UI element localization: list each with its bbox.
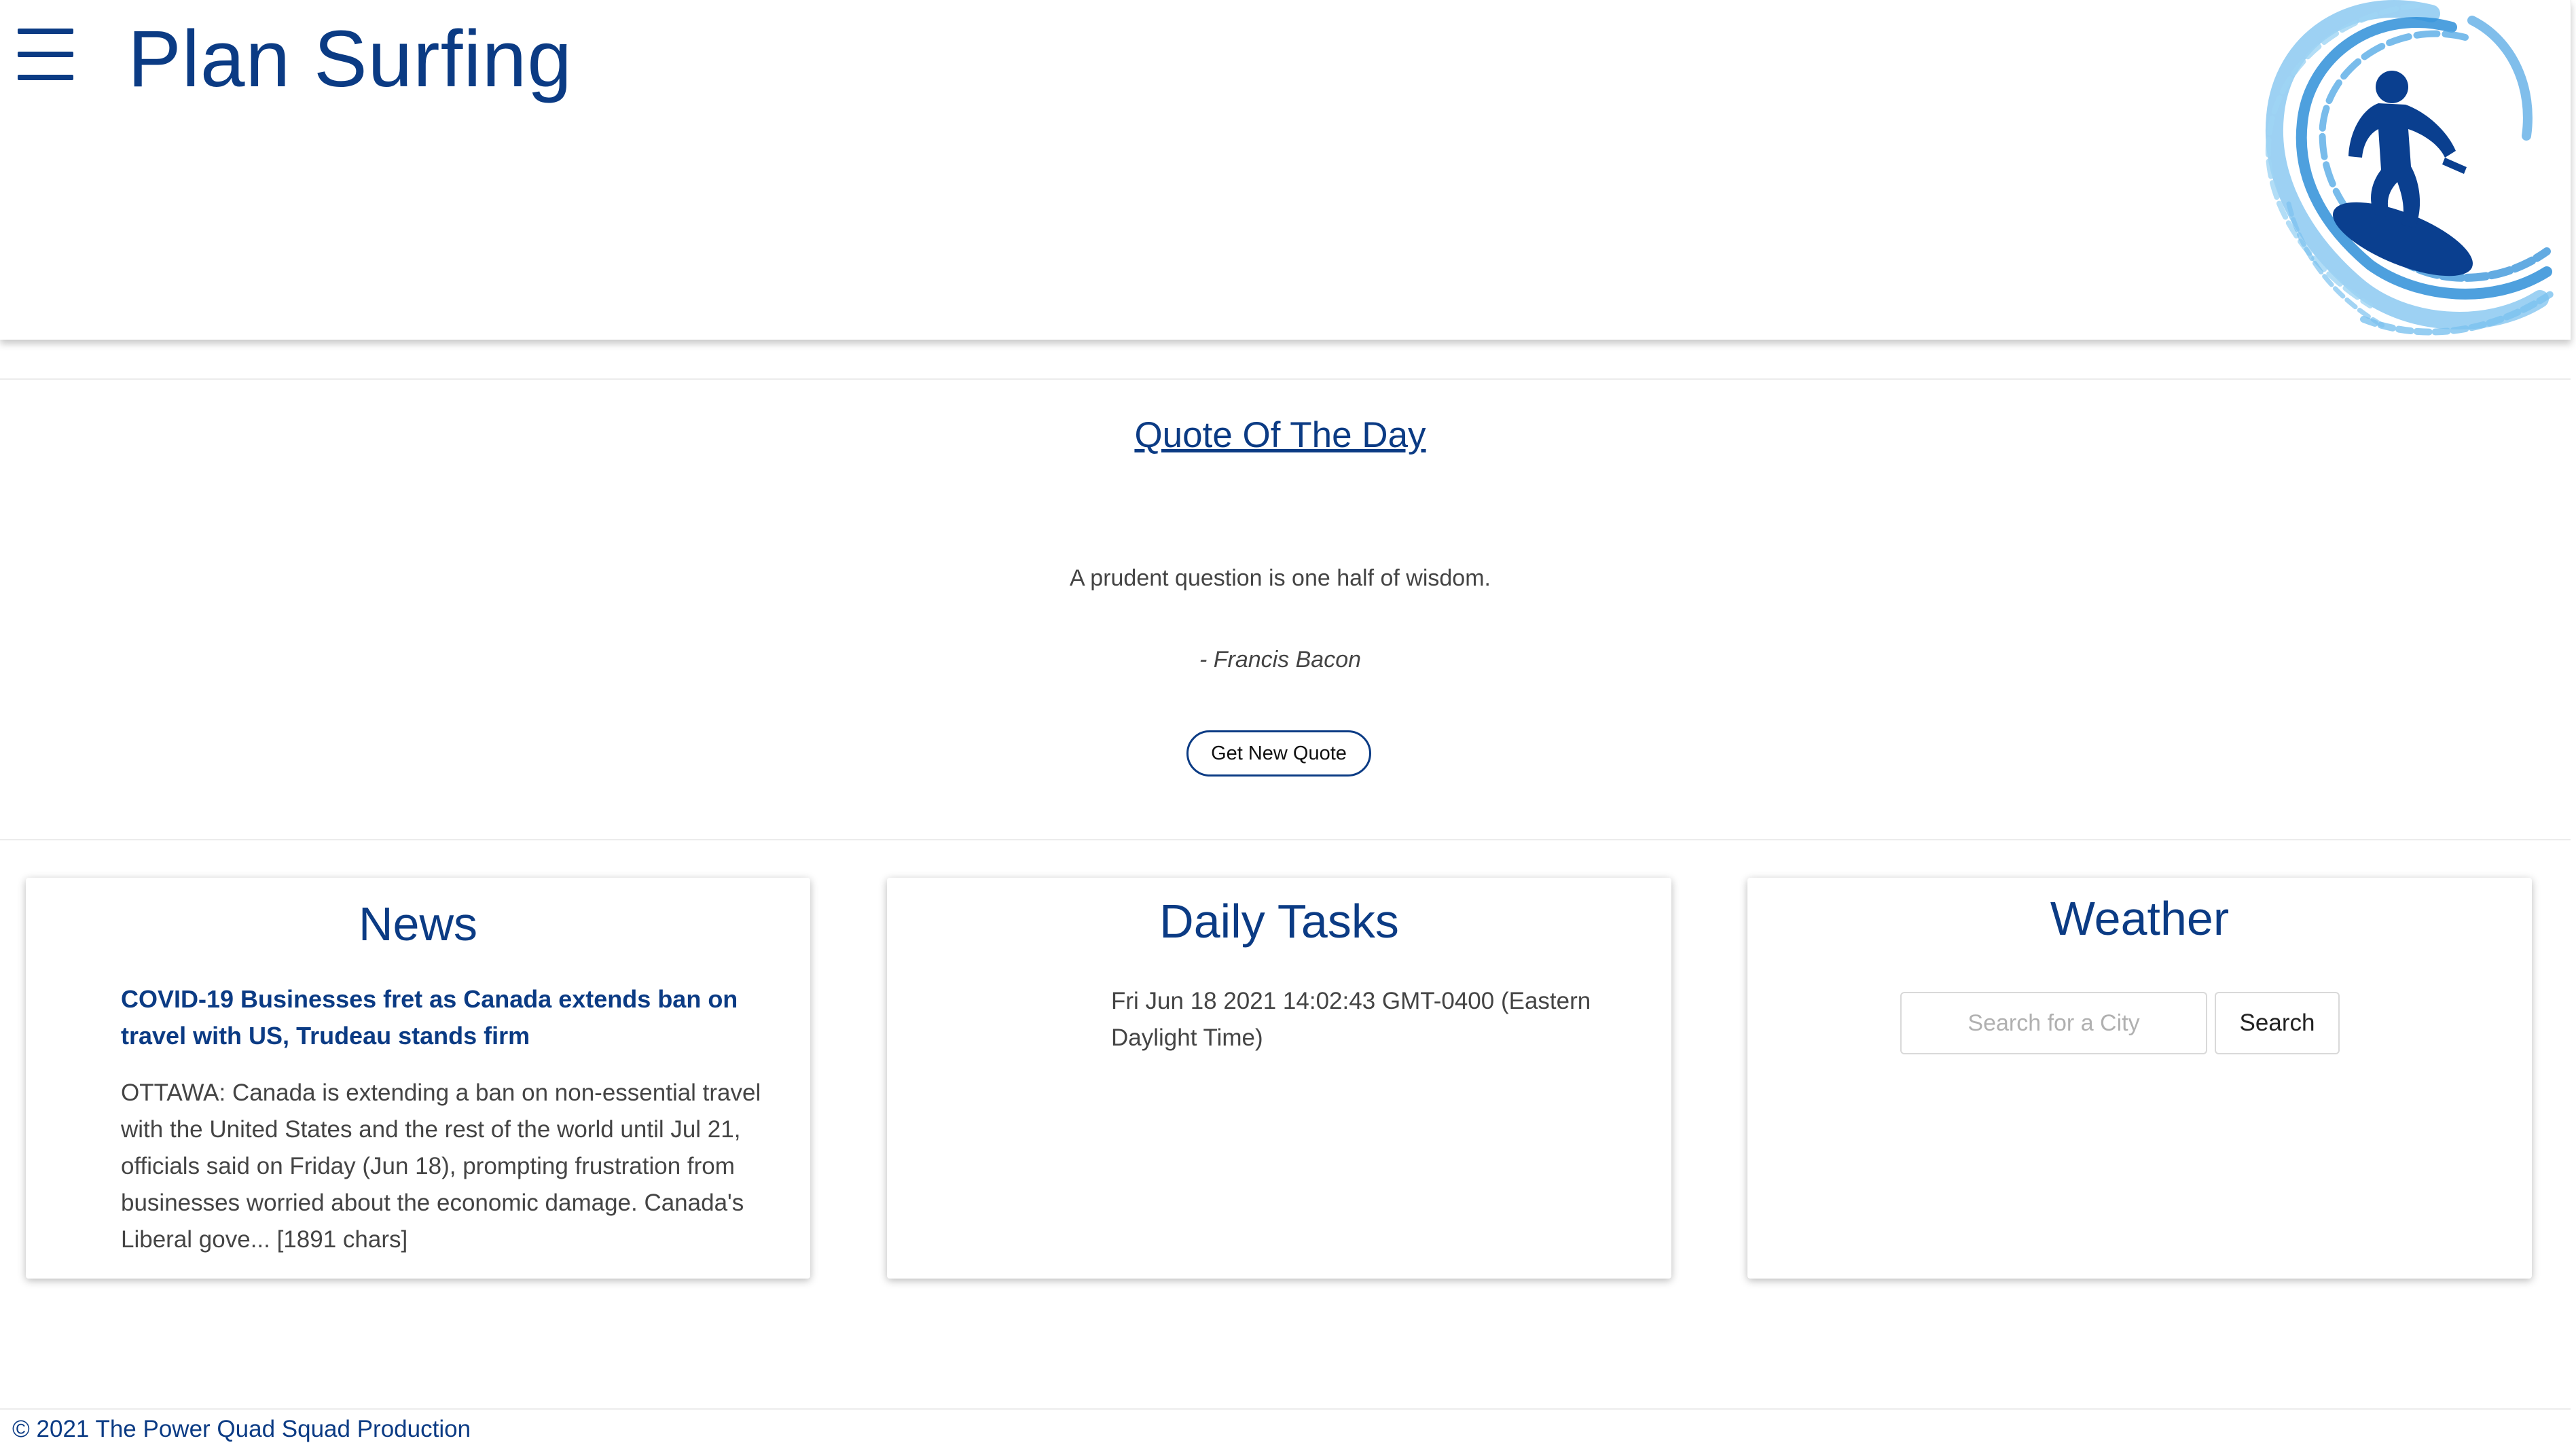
page: Plan Surfing Quote Of The Day A prudent …: [0, 0, 2576, 1445]
divider: [0, 378, 2571, 380]
divider: [0, 839, 2571, 840]
weather-card: Weather Search: [1747, 878, 2532, 1279]
daily-tasks-card: Daily Tasks Fri Jun 18 2021 14:02:43 GMT…: [887, 878, 1671, 1279]
current-datetime: Fri Jun 18 2021 14:02:43 GMT-0400 (Easte…: [1111, 988, 1591, 1051]
news-card: News COVID-19 Businesses fret as Canada …: [26, 878, 810, 1279]
search-button[interactable]: Search: [2215, 992, 2340, 1054]
surfer-wave-icon: [2265, 0, 2557, 336]
weather-title: Weather: [2050, 892, 2230, 945]
news-headline[interactable]: COVID-19 Businesses fret as Canada exten…: [121, 981, 759, 1054]
news-body: OTTAWA: Canada is extending a ban on non…: [121, 1080, 761, 1253]
quote-heading[interactable]: Quote Of The Day: [0, 414, 2560, 456]
divider: [0, 1408, 2571, 1410]
get-new-quote-button[interactable]: Get New Quote: [1186, 730, 1371, 777]
quote-author: - Francis Bacon: [1199, 647, 1362, 673]
site-header: Plan Surfing: [0, 0, 2571, 340]
news-title: News: [358, 897, 478, 950]
daily-tasks-title: Daily Tasks: [1159, 895, 1399, 948]
quote-text: A prudent question is one half of wisdom…: [1070, 565, 1491, 591]
footer-copyright: © 2021 The Power Quad Squad Production: [12, 1416, 471, 1442]
site-title: Plan Surfing: [128, 14, 573, 104]
city-search-input[interactable]: [1900, 992, 2207, 1054]
hamburger-menu-icon[interactable]: [18, 26, 73, 83]
